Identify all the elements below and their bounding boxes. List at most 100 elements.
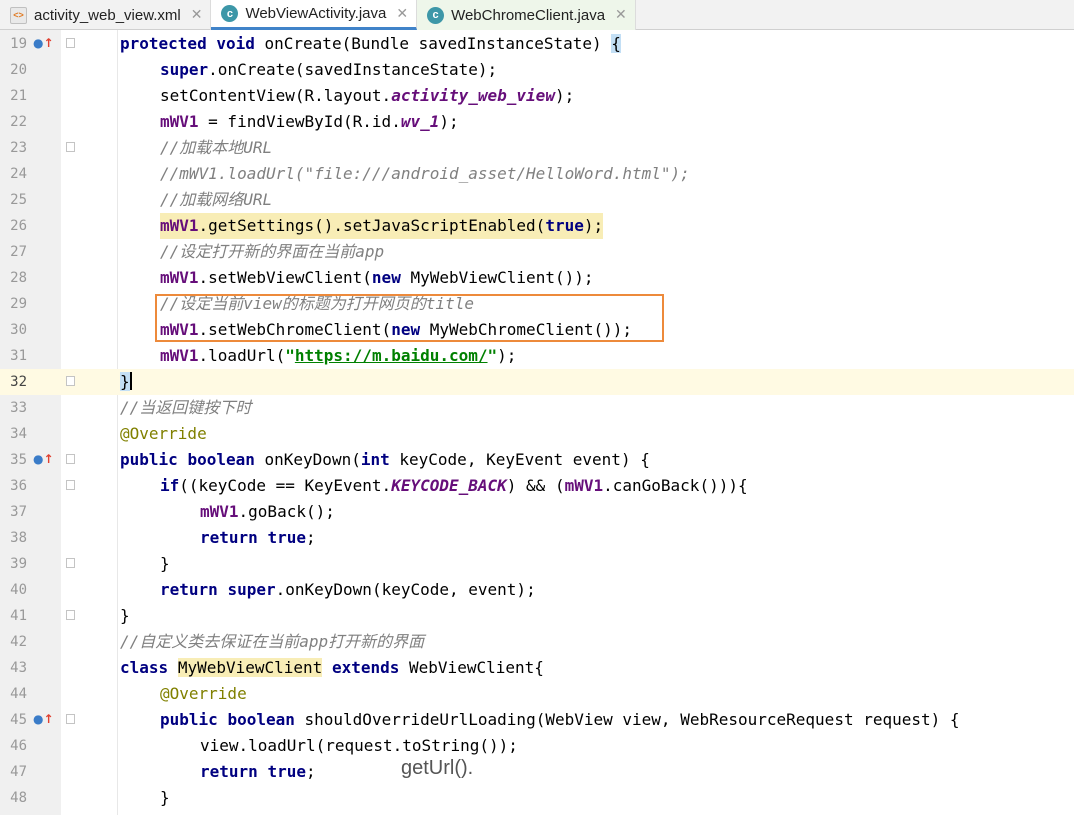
close-icon[interactable]: ✕ xyxy=(396,6,408,22)
code-token: = findViewById(R.id. xyxy=(198,112,401,131)
tab-webviewactivity-java[interactable]: c WebViewActivity.java ✕ xyxy=(211,0,418,30)
code-token: boolean xyxy=(227,710,295,729)
code-token: " xyxy=(487,346,498,365)
code-token: true xyxy=(267,762,306,781)
code-token: " xyxy=(285,346,295,365)
code-token: } xyxy=(160,788,170,807)
code-token: super xyxy=(227,580,276,599)
code-line-27: 27 //设定打开新的界面在当前app xyxy=(0,239,1074,265)
code-line-25: 25 //加载网络URL xyxy=(0,187,1074,213)
code-comment: //当返回键按下时 xyxy=(120,398,252,417)
code-token: setContentView(R.layout. xyxy=(160,86,392,105)
close-icon[interactable]: ✕ xyxy=(615,7,627,23)
code-comment: //自定义类去保证在当前app打开新的界面 xyxy=(120,632,425,651)
code-line-31: 31 mWV1.loadUrl("https://m.baidu.com/"); xyxy=(0,343,1074,369)
code-line-46: 46 view.loadUrl(request.toString()); xyxy=(0,733,1074,759)
code-line-42: 42 //自定义类去保证在当前app打开新的界面 xyxy=(0,629,1074,655)
override-gutter-icon[interactable]: ●↑ xyxy=(33,35,54,51)
code-token: ; xyxy=(305,762,316,781)
code-token: extends xyxy=(331,658,400,677)
line-number: 46 xyxy=(10,738,27,754)
line-number: 19 xyxy=(10,36,27,52)
line-number: 28 xyxy=(10,270,27,286)
code-token: protected xyxy=(120,34,207,53)
code-token: } xyxy=(120,372,130,391)
code-token: ) && ( xyxy=(506,476,565,495)
line-number: 20 xyxy=(10,62,27,78)
code-line-22: 22 mWV1 = findViewById(R.id.wv_1); xyxy=(0,109,1074,135)
code-token: ); xyxy=(497,346,517,365)
code-token: } xyxy=(120,606,130,625)
url-link[interactable]: https://m.baidu.com/ xyxy=(295,346,488,365)
code-line-26: 26 mWV1.getSettings().setJavaScriptEnabl… xyxy=(0,213,1074,239)
code-token: ; xyxy=(305,528,316,547)
code-token: activity_web_view xyxy=(391,86,555,105)
code-token: .setWebViewClient( xyxy=(198,268,372,287)
code-token: mWV1 xyxy=(160,112,199,131)
line-number: 30 xyxy=(10,322,27,338)
code-comment: //加载网络URL xyxy=(160,190,273,209)
code-token: public xyxy=(160,710,218,729)
code-token: mWV1 xyxy=(160,216,199,235)
fold-marker-icon[interactable] xyxy=(66,376,75,386)
line-number: 24 xyxy=(10,166,27,182)
fold-marker-icon[interactable] xyxy=(66,714,75,724)
override-gutter-icon[interactable]: ●↑ xyxy=(33,451,54,467)
close-icon[interactable]: ✕ xyxy=(191,7,203,23)
fold-marker-icon[interactable] xyxy=(66,558,75,568)
fold-marker-icon[interactable] xyxy=(66,38,75,48)
fold-marker-icon[interactable] xyxy=(66,610,75,620)
fold-marker-icon[interactable] xyxy=(66,454,75,464)
line-number: 29 xyxy=(10,296,27,312)
code-line-43: 43 class MyWebViewClient extends WebView… xyxy=(0,655,1074,681)
code-token: ); xyxy=(583,216,604,235)
code-token: keyCode, KeyEvent event) { xyxy=(389,450,650,469)
code-token: mWV1 xyxy=(160,346,199,365)
fold-marker-icon[interactable] xyxy=(66,480,75,490)
tab-activity-web-view-xml[interactable]: <> activity_web_view.xml ✕ xyxy=(0,0,212,30)
override-gutter-icon[interactable]: ●↑ xyxy=(33,711,54,727)
line-number: 21 xyxy=(10,88,27,104)
code-token: wv_1 xyxy=(400,112,440,131)
code-line-20: 20 super.onCreate(savedInstanceState); xyxy=(0,57,1074,83)
code-token: view.loadUrl(request.toString()); xyxy=(200,736,518,755)
code-token: onCreate(Bundle savedInstanceState) xyxy=(254,34,612,53)
line-number: 33 xyxy=(10,400,27,416)
line-number: 36 xyxy=(10,478,27,494)
highlight-annotation-box xyxy=(155,294,664,342)
code-line-36: 36 if((keyCode == KeyEvent.KEYCODE_BACK)… xyxy=(0,473,1074,499)
code-line-32: 32 } xyxy=(0,369,1074,395)
code-token: void xyxy=(216,34,255,53)
code-token: WebViewClient{ xyxy=(399,658,544,677)
tab-label: WebChromeClient.java xyxy=(451,6,606,24)
code-token: onKeyDown( xyxy=(254,450,361,469)
tab-webchromeclient-java[interactable]: c WebChromeClient.java ✕ xyxy=(417,0,636,30)
code-token: .onCreate(savedInstanceState); xyxy=(208,60,498,79)
code-line-40: 40 return super.onKeyDown(keyCode, event… xyxy=(0,577,1074,603)
code-token: if xyxy=(160,476,180,495)
line-number: 41 xyxy=(10,608,27,624)
code-line-21: 21 setContentView(R.layout.activity_web_… xyxy=(0,83,1074,109)
code-line-28: 28 mWV1.setWebViewClient(new MyWebViewCl… xyxy=(0,265,1074,291)
code-comment: //设定打开新的界面在当前app xyxy=(160,242,385,261)
code-token: shouldOverrideUrlLoading(WebView view, W… xyxy=(294,710,960,729)
line-number: 34 xyxy=(10,426,27,442)
line-number: 22 xyxy=(10,114,27,130)
code-token: ); xyxy=(439,112,459,131)
line-number: 26 xyxy=(10,218,27,234)
code-token: mWV1 xyxy=(564,476,604,495)
code-token: true xyxy=(545,216,584,235)
code-token: MyWebViewClient()); xyxy=(400,268,594,287)
line-number: 42 xyxy=(10,634,27,650)
code-token: } xyxy=(160,554,170,573)
code-token: return xyxy=(200,762,258,781)
code-annotation: @Override xyxy=(120,424,207,443)
code-line-24: 24 //mWV1.loadUrl("file:///android_asset… xyxy=(0,161,1074,187)
fold-marker-icon[interactable] xyxy=(66,142,75,152)
